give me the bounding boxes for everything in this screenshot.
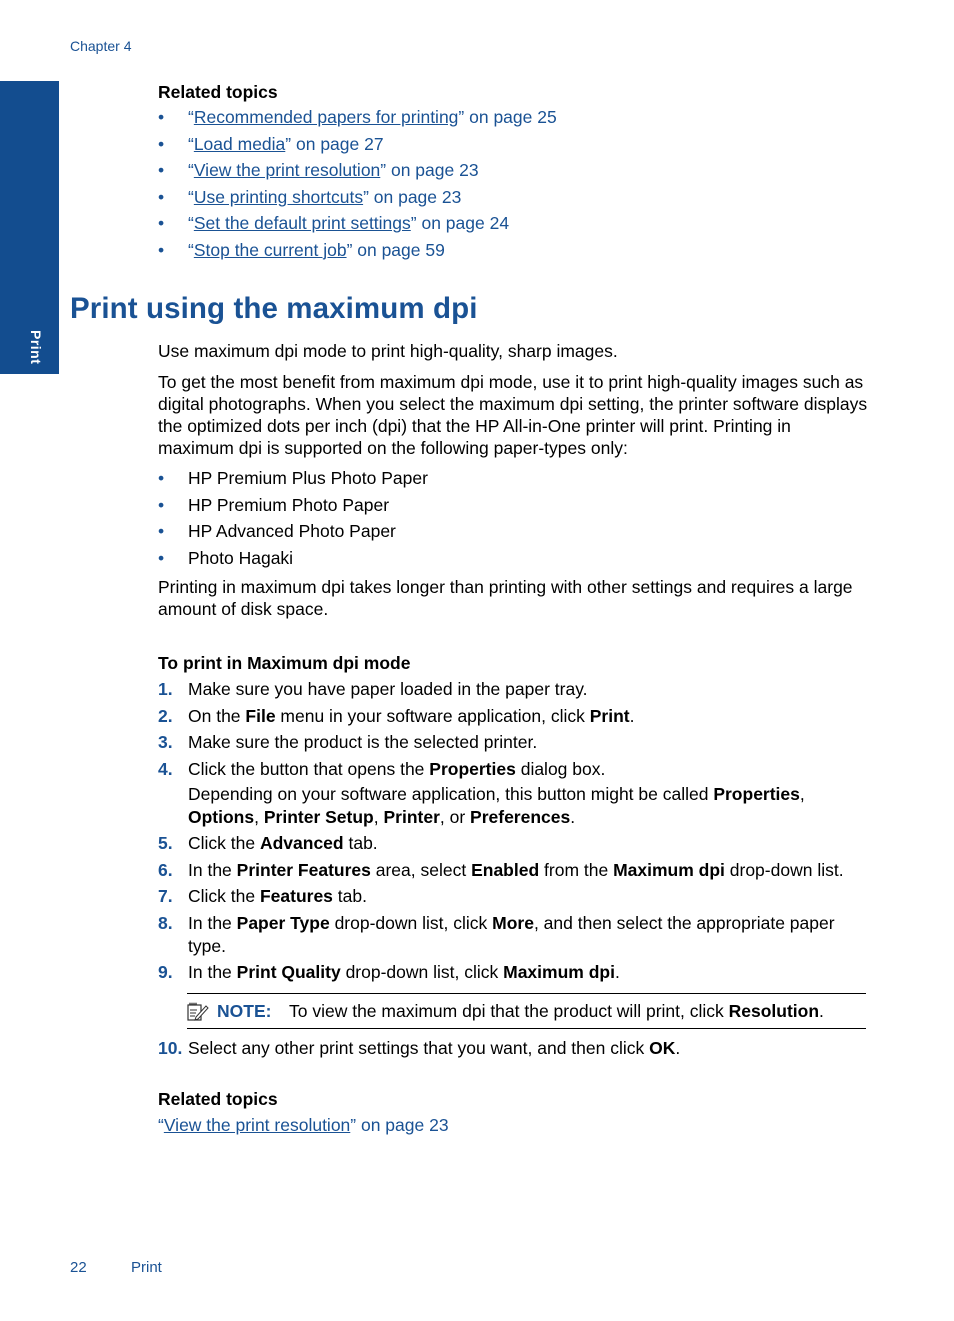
procedure-heading: To print in Maximum dpi mode [158,653,411,673]
bullet: • [158,521,165,541]
related-link-item: “View the print resolution” on page 23 [158,1115,449,1135]
paper-type-item: • HP Advanced Photo Paper [158,518,868,545]
section-title: Print using the maximum dpi [70,292,478,325]
related-link-item: • “Load media” on page 27 [158,131,868,158]
link-use-printing-shortcuts[interactable]: Use printing shortcuts [194,187,363,207]
bullet: • [158,468,165,488]
related-topics-top: Related topics • “Recommended papers for … [158,81,868,264]
step-item: 3. Make sure the product is the selected … [158,732,538,752]
step-item: 9. In the Print Quality drop-down list, c… [158,962,620,982]
step-item: 1. Make sure you have paper loaded in the… [158,679,588,699]
step-4-detail: Depending on your software application, … [188,783,805,827]
steps-list: 1. Make sure you have paper loaded in the… [158,678,868,984]
step-item: 4. Click the button that opens the Proper… [158,758,868,829]
related-topics-heading: Related topics [158,82,278,102]
bullet: • [158,186,165,207]
step-item: 5. Click the Advanced tab. [158,833,378,853]
step-item: 8. In the Paper Type drop-down list, clic… [158,912,835,956]
bullet: • [158,239,165,260]
link-view-print-resolution[interactable]: View the print resolution [194,160,380,180]
link-set-default-print-settings[interactable]: Set the default print settings [194,213,411,233]
link-stop-current-job[interactable]: Stop the current job [194,240,347,260]
related-link-item: • “View the print resolution” on page 23 [158,157,868,184]
bullet: • [158,160,165,181]
chapter-header: Chapter 4 [70,38,132,54]
steps-list-continued: 10. Select any other print settings that … [158,1037,868,1060]
note-text: To view the maximum dpi that the product… [289,1001,824,1021]
related-topics-bottom: Related topics “View the print resolutio… [158,1088,868,1136]
bullet: • [158,133,165,154]
step-item: 6. In the Printer Features area, select E… [158,859,844,880]
paper-type-item: • Photo Hagaki [158,545,868,572]
step-item: 2. On the File menu in your software appl… [158,705,635,726]
step-item: 10. Select any other print settings that … [158,1038,681,1058]
related-link-item: • “Use printing shortcuts” on page 23 [158,184,868,211]
side-tab-label: Print [28,330,44,365]
step-10: 10. Select any other print settings that … [158,1037,868,1064]
paper-types-list: • HP Premium Plus Photo Paper • HP Premium… [158,465,868,571]
link-load-media[interactable]: Load media [194,134,285,154]
paper-type-item: • HP Premium Photo Paper [158,492,868,519]
related-link-item: • “Recommended papers for printing” on pa… [158,104,868,131]
benefit-paragraph: To get the most benefit from maximum dpi… [158,372,868,458]
related-topics-heading: Related topics [158,1089,278,1109]
note-label: NOTE: [217,1001,272,1021]
disk-space-paragraph: Printing in maximum dpi takes longer tha… [158,577,853,619]
procedure: To print in Maximum dpi mode 1. Make sure… [158,652,868,988]
link-view-print-resolution[interactable]: View the print resolution [164,1115,350,1135]
bullet: • [158,213,165,234]
page-number: 22 [70,1259,87,1276]
section-body: Use maximum dpi mode to print high-quali… [158,340,868,620]
bullet: • [158,494,165,515]
intro-paragraph: Use maximum dpi mode to print high-quali… [158,341,618,361]
related-links-list: • “Recommended papers for printing” on pa… [158,104,868,264]
related-link-item: • “Set the default print settings” on pag… [158,210,868,237]
step-item: 7. Click the Features tab. [158,886,367,906]
note-pencil-icon [187,1002,209,1021]
paper-type-item: • HP Premium Plus Photo Paper [158,465,868,492]
bullet: • [158,547,165,568]
bullet: • [158,107,165,127]
footer-section: Print [131,1259,162,1276]
note-box: NOTE: To view the maximum dpi that the p… [187,993,866,1029]
link-recommended-papers[interactable]: Recommended papers for printing [194,107,459,127]
related-link-item: • “Stop the current job” on page 59 [158,237,868,264]
